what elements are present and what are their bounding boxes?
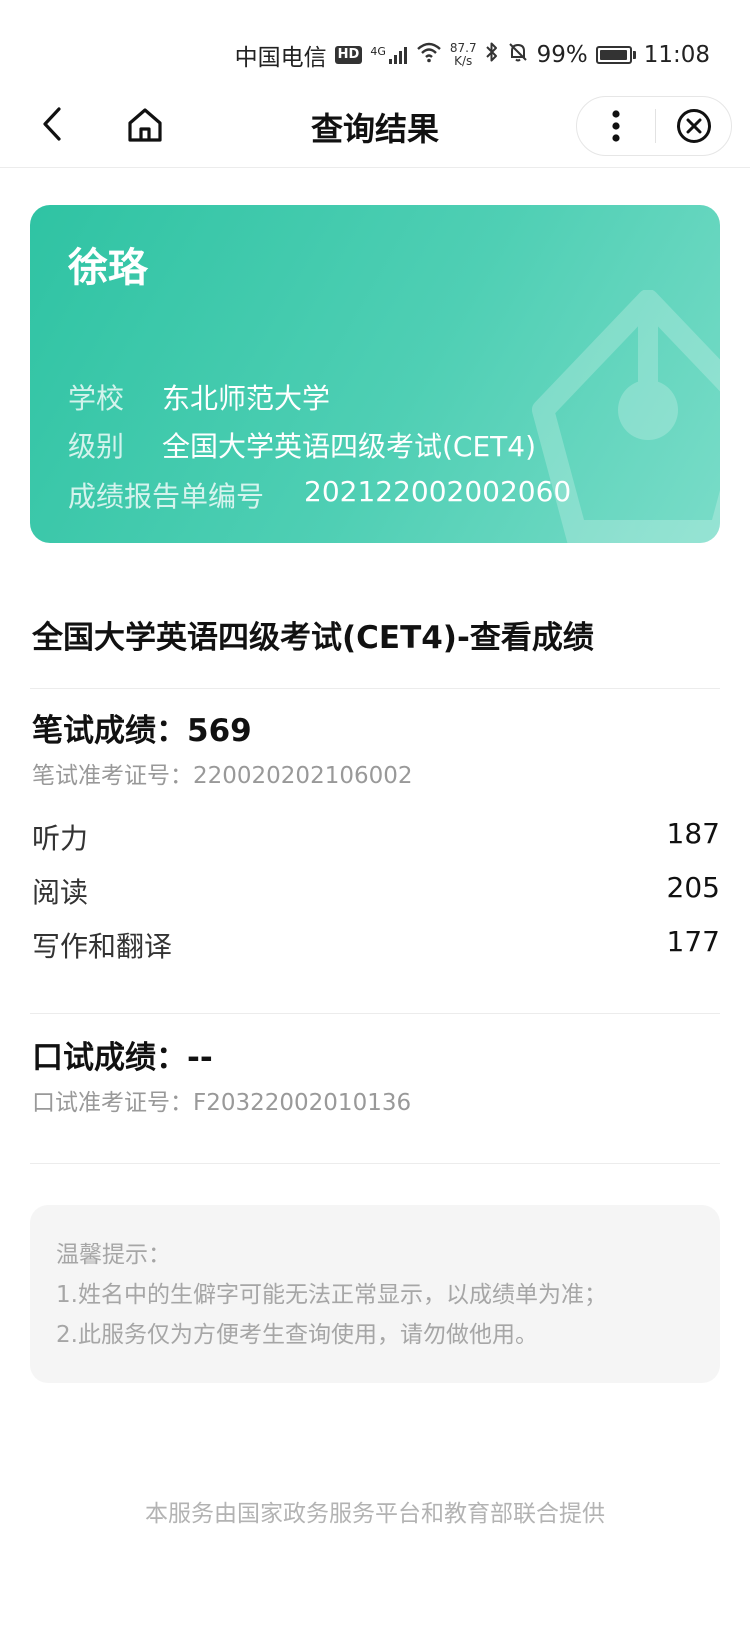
writing-translation-label: 写作和翻译 <box>32 930 173 963</box>
writing-translation-score: 177 <box>666 925 720 958</box>
listening-score-row: 听力 187 <box>32 817 720 857</box>
tips-box: 温馨提示： 1.姓名中的生僻字可能无法正常显示，以成绩单为准； 2.此服务仅为方… <box>30 1205 720 1383</box>
divider <box>30 688 720 689</box>
level-value: 全国大学英语四级考试(CET4) <box>162 430 537 463</box>
written-ticket-number: 笔试准考证号：220020202106002 <box>32 763 413 789</box>
level-label: 级别 <box>68 430 125 463</box>
network-speed: 87.7 K/s <box>450 42 477 68</box>
tips-line-1: 1.姓名中的生僻字可能无法正常显示，以成绩单为准； <box>56 1282 607 1308</box>
oral-ticket-number: 口试准考证号：F20322002010136 <box>32 1090 412 1116</box>
carrier-label: 中国电信 <box>234 45 327 71</box>
oral-score-heading: 口试成绩：-- <box>32 1040 213 1076</box>
bluetooth-icon <box>485 41 499 69</box>
candidate-name: 徐珞 <box>68 245 148 291</box>
close-circle-icon <box>676 109 711 143</box>
report-number-label: 成绩报告单编号 <box>68 480 265 513</box>
divider <box>30 1013 720 1014</box>
more-button[interactable] <box>577 97 655 155</box>
more-dots-icon <box>612 110 620 142</box>
divider <box>30 1163 720 1164</box>
school-label: 学校 <box>68 382 125 415</box>
service-provider-footer: 本服务由国家政务服务平台和教育部联合提供 <box>145 1501 605 1527</box>
tips-title: 温馨提示： <box>56 1242 171 1268</box>
candidate-info-card: 徐珞 学校 东北师范大学 级别 全国大学英语四级考试(CET4) 成绩报告单编号… <box>30 205 720 543</box>
clock: 11:08 <box>643 42 710 68</box>
reading-score-row: 阅读 205 <box>32 871 720 911</box>
reading-score: 205 <box>666 871 720 904</box>
status-bar: 中国电信 HD 4G 87.7 K/s 99% 11:08 <box>0 0 750 82</box>
close-button[interactable] <box>656 97 731 155</box>
mini-program-capsule <box>576 96 732 156</box>
listening-score: 187 <box>666 817 720 850</box>
wifi-icon <box>416 41 442 69</box>
network-type-label: 4G <box>370 45 386 58</box>
battery-percent: 99% <box>536 42 588 68</box>
listening-label: 听力 <box>32 822 89 855</box>
battery-level-fill <box>599 50 628 60</box>
level-row: 级别 全国大学英语四级考试(CET4) <box>68 425 536 465</box>
status-bar-right: 中国电信 HD 4G 87.7 K/s 99% 11:08 <box>235 38 710 72</box>
report-number-row: 成绩报告单编号 202122002002060 <box>68 475 571 515</box>
tips-line-2: 2.此服务仅为方便考生查询使用，请勿做他用。 <box>56 1322 538 1348</box>
reading-label: 阅读 <box>32 876 89 909</box>
nav-bar: 查询结果 <box>0 82 750 168</box>
mute-bell-icon <box>507 41 529 69</box>
writing-translation-score-row: 写作和翻译 177 <box>32 925 720 965</box>
signal-icon: 4G <box>370 45 408 65</box>
battery-icon <box>595 46 636 64</box>
hd-badge: HD <box>334 46 363 64</box>
school-value: 东北师范大学 <box>162 382 331 415</box>
exam-title: 全国大学英语四级考试(CET4)-查看成绩 <box>32 620 594 656</box>
written-score-heading: 笔试成绩：569 <box>32 713 252 749</box>
network-speed-unit: K/s <box>454 54 473 68</box>
report-number-value: 202122002002060 <box>304 475 572 508</box>
school-row: 学校 东北师范大学 <box>68 377 330 417</box>
